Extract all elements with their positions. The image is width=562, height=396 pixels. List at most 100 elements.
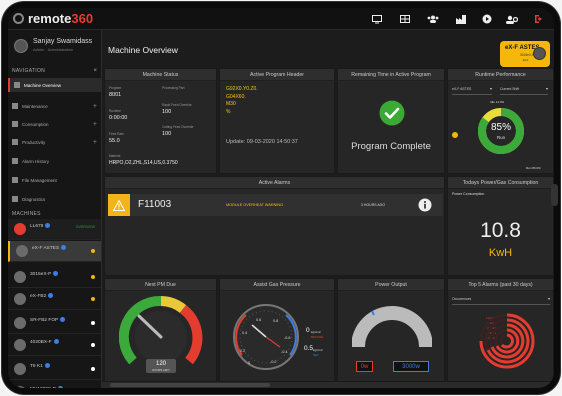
play-icon[interactable]: [480, 12, 494, 26]
machine-name: MV1200S-D: [30, 386, 64, 388]
grid-icon[interactable]: [398, 12, 412, 26]
alarm-row[interactable]: F11003 MODULE OVERHEAT WARNING 3 HOURS A…: [108, 194, 443, 216]
bar-chart-icon: [12, 121, 18, 127]
machine-icon: [14, 271, 26, 283]
nav-item-consumption[interactable]: Consumption +: [8, 117, 101, 131]
info-icon[interactable]: [48, 293, 54, 298]
panel-title: Machine Status: [105, 69, 216, 81]
info-icon[interactable]: [45, 223, 51, 228]
nav-item-machine-overview[interactable]: Machine Overview: [8, 78, 101, 92]
status-dot: [91, 367, 95, 371]
machine-dropdown[interactable]: eX-F ASTES ▾: [452, 86, 492, 95]
status-dot: [91, 275, 95, 279]
horizontal-scrollbar[interactable]: [102, 382, 554, 388]
runtime-performance-panel: Runtime Performance eX-F ASTES ▾ Current …: [447, 68, 554, 174]
user-profile[interactable]: Sanjay Swamidass Admin · Administration: [14, 36, 100, 58]
user-name: Sanjay Swamidass: [33, 38, 93, 45]
alarm-code: F11003: [138, 199, 172, 210]
panel-title: Remaining Time in Active Program: [338, 69, 444, 81]
page-title: Machine Overview: [108, 45, 178, 55]
panel-title: Runtime Performance: [448, 69, 553, 138]
clock-icon: [452, 132, 458, 138]
occurrences-dropdown[interactable]: Occurrences ▾: [452, 296, 550, 305]
machine-list-item[interactable]: T8 K1: [8, 359, 101, 380]
gas-pressure-gauge: [233, 304, 299, 370]
consumption-subtitle: Power Consumption: [452, 192, 485, 196]
info-icon[interactable]: [44, 363, 50, 368]
machine-list-item[interactable]: MV1200S-D: [8, 382, 101, 388]
alarm-time-ago: 3 HOURS AGO: [361, 203, 386, 207]
info-icon[interactable]: [418, 198, 432, 212]
machine-name: T8 K1: [30, 363, 50, 369]
user-settings-icon[interactable]: [505, 12, 519, 26]
panel-title: Active Program Header: [220, 69, 334, 81]
power-min-value: 0w: [356, 361, 373, 372]
shift-dropdown[interactable]: Current Shift ▾: [500, 86, 548, 95]
power-output-panel: Power Output 0w 3000w: [337, 278, 445, 382]
line-chart-icon: [12, 139, 18, 145]
machine-list-item[interactable]: eX-F ASTES: [8, 241, 101, 262]
chevron-down-icon: ▾: [489, 86, 492, 91]
machine-name: SR-FB2 FOP: [30, 317, 66, 323]
machine-status-panel: Machine Status Program 8001 Processing P…: [104, 68, 217, 174]
factory-icon[interactable]: [454, 12, 468, 26]
idle-percent-label: Idle 14.0%: [490, 100, 505, 104]
nav-item-file-management[interactable]: File Management: [8, 173, 101, 187]
machine-name: 4020BX-F: [30, 339, 59, 345]
close-icon[interactable]: ×: [93, 68, 97, 74]
consumption-unit: KwH: [488, 247, 513, 259]
machine-icon: [14, 317, 26, 329]
chevron-down-icon: ▾: [545, 86, 548, 91]
check-circle-icon: [379, 100, 405, 126]
power-consumption-panel: Todays Power/Gas Consumption Power Consu…: [447, 176, 554, 276]
device-side-handle: [551, 184, 558, 206]
machine-name: eX-FB2: [30, 293, 54, 299]
machine-list-item[interactable]: SR-FB2 FOP: [8, 313, 101, 334]
sidebar: Sanjay Swamidass Admin · Administration …: [8, 30, 102, 388]
machine-selector-badge[interactable]: eX-F ASTES 3015eX-P E13: [500, 41, 550, 67]
panel-title: Active Alarms: [105, 177, 444, 189]
expand-icon[interactable]: +: [93, 103, 97, 110]
program-header-panel: Active Program Header G92X0.Y0.Z0. G04X6…: [219, 68, 335, 174]
screen: remote360 Sanjay Swamidass Admin · Admin…: [8, 8, 554, 388]
power-max-value: 3000w: [393, 361, 429, 372]
nav-item-diagnostics[interactable]: Diagnostics: [8, 192, 101, 206]
assist-gas-panel: Assist Gas Pressure 0.6 0.8 0.4 -0.6 0.2…: [219, 278, 335, 382]
nav-item-productivity[interactable]: Productivity +: [8, 135, 101, 149]
info-icon[interactable]: [60, 317, 66, 322]
info-icon[interactable]: [53, 339, 59, 344]
tools-icon: [12, 103, 18, 109]
expand-icon[interactable]: +: [93, 139, 97, 146]
navigation-heading: NAVIGATION: [12, 68, 46, 74]
monitor-icon[interactable]: [370, 12, 384, 26]
machine-name: 3015eX-P: [30, 271, 59, 277]
avatar: [14, 39, 28, 53]
app-logo[interactable]: remote360: [28, 11, 93, 26]
diagnostics-icon: [12, 196, 18, 202]
update-timestamp: Update: 09-03-2020 14:50:37: [226, 139, 298, 145]
machine-list-item[interactable]: eX-FB2: [8, 289, 101, 310]
status-dot: [91, 343, 95, 347]
page-header: Machine Overview eX-F ASTES 3015eX-P E13: [102, 30, 554, 68]
warning-icon: [12, 158, 18, 164]
run-percent-label: Run 86.0%: [526, 166, 541, 170]
tablet-frame: remote360 Sanjay Swamidass Admin · Admin…: [2, 2, 560, 394]
machine-list-item[interactable]: 4020BX-F: [8, 335, 101, 356]
gas-before-value: 0: [306, 327, 310, 334]
users-icon[interactable]: [426, 12, 440, 26]
info-icon[interactable]: [61, 245, 67, 250]
info-icon[interactable]: [58, 386, 64, 388]
nav-item-maintenance[interactable]: Maintenance +: [8, 99, 101, 113]
pm-hours-value: 120: [155, 361, 166, 367]
machine-name: eX-F ASTES: [32, 245, 67, 251]
machines-heading: MACHINES: [12, 211, 41, 217]
scrollbar-thumb[interactable]: [110, 383, 270, 387]
feed-rate-value: 55.0: [109, 138, 120, 144]
expand-icon[interactable]: +: [93, 121, 97, 128]
top-alarms-radial-chart: [479, 313, 535, 369]
machine-list-item[interactable]: 3015eX-P: [8, 267, 101, 288]
nav-item-alarm-history[interactable]: Alarm History: [8, 154, 101, 168]
logout-icon[interactable]: [532, 12, 546, 26]
machine-list-item[interactable]: LL679 OVERVIEW: [8, 219, 101, 240]
info-icon[interactable]: [53, 271, 59, 276]
